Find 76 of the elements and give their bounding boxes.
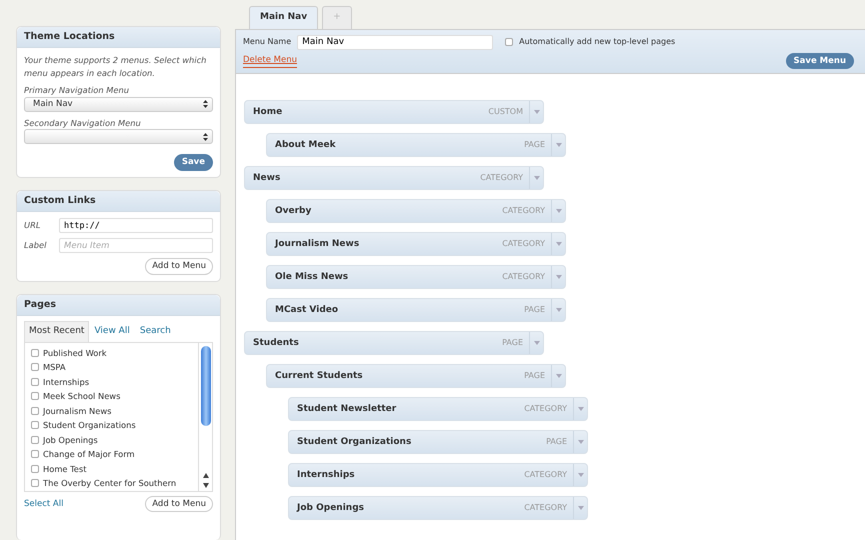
checkbox[interactable] [31, 464, 39, 473]
select-field[interactable] [24, 129, 213, 144]
page-item-label[interactable]: Change of Major Form [43, 448, 135, 460]
page-item-label[interactable]: Home Test [43, 462, 86, 475]
tab[interactable]: View All [89, 321, 135, 342]
checkbox[interactable] [31, 450, 39, 458]
dropdown-arrows-icon [203, 100, 208, 108]
menu-item[interactable]: Student Organizations PAGE [288, 430, 588, 454]
checkbox[interactable] [31, 421, 39, 430]
page-item-label[interactable]: Internships [43, 376, 90, 388]
caret-icon[interactable] [578, 473, 584, 478]
tab[interactable]: Most Recent [24, 321, 90, 342]
caret-icon[interactable] [556, 308, 562, 312]
caret-icon[interactable] [556, 242, 562, 246]
checkbox[interactable] [31, 479, 39, 488]
menu-item[interactable]: Home CUSTOM [244, 100, 544, 124]
scrollbar[interactable] [198, 342, 212, 490]
tab[interactable]: Main Nav [249, 6, 318, 28]
menu-item[interactable]: Job Openings CATEGORY [288, 496, 588, 520]
caret-icon[interactable] [556, 143, 562, 148]
page-item-label[interactable]: Student Organizations [43, 419, 136, 432]
select-all-link[interactable]: Select All [24, 498, 64, 510]
menu-item[interactable]: Current Students PAGE [266, 364, 566, 388]
scroll-down-icon[interactable] [202, 482, 208, 488]
checkbox[interactable] [31, 363, 39, 372]
add-to-menu-button[interactable]: Add to Menu [145, 258, 213, 275]
caret-icon[interactable] [534, 341, 540, 346]
field-label: Menu Name [243, 36, 292, 48]
page-item-label[interactable]: Published Work [43, 346, 107, 359]
description-text: Your theme supports 2 menus. Select which menu appears in each location. [24, 54, 208, 80]
page-item-label[interactable]: Journalism News [43, 404, 112, 417]
menu-item[interactable]: Students PAGE [244, 331, 544, 356]
checkbox[interactable] [31, 392, 39, 400]
checkbox[interactable] [31, 406, 39, 415]
menu-item[interactable]: Student Newsletter CATEGORY [288, 397, 588, 422]
menu-item[interactable]: MCast Video PAGE [266, 298, 566, 322]
caret-icon[interactable] [578, 506, 584, 510]
menu-item[interactable]: Journalism News CATEGORY [266, 232, 566, 256]
menu-item[interactable]: News CATEGORY [244, 166, 544, 190]
caret-icon[interactable] [578, 440, 584, 444]
field-label: Label [24, 239, 48, 252]
checkbox-label: Automatically add new top-level pages [519, 36, 676, 48]
checkbox[interactable] [31, 348, 39, 357]
menu-item[interactable]: Ole Miss News CATEGORY [266, 265, 566, 290]
label-field[interactable]: Menu Item [59, 238, 213, 253]
add-to-menu-button[interactable]: Add to Menu [145, 496, 213, 512]
field-label: URL [24, 219, 42, 232]
select-field[interactable]: Main Nav [24, 96, 213, 112]
checkbox[interactable] [31, 378, 39, 386]
menu-name-field[interactable]: Main Nav [297, 34, 494, 50]
caret-icon[interactable] [534, 176, 540, 180]
dropdown-arrows-icon [203, 132, 208, 140]
caret-icon[interactable] [578, 407, 584, 412]
panel-title: Custom Links [17, 190, 220, 212]
field-label: Primary Navigation Menu [24, 84, 130, 97]
caret-icon[interactable] [534, 110, 540, 114]
save-menu-button[interactable]: Save Menu [786, 52, 854, 70]
caret-icon[interactable] [556, 209, 562, 214]
url-field[interactable]: http:// [59, 218, 213, 233]
tab[interactable]: Search [134, 321, 176, 342]
page-item-label[interactable]: MSPA [43, 361, 66, 374]
menu-item[interactable]: Overby CATEGORY [266, 199, 566, 224]
panel-title: Pages [17, 294, 220, 316]
page-item-label[interactable]: Meek School News [43, 390, 120, 402]
caret-icon[interactable] [556, 275, 562, 280]
panel-title: Theme Locations [17, 27, 220, 48]
checkbox[interactable] [505, 38, 514, 46]
page-item-label[interactable]: The Overby Center for Southern [43, 477, 176, 490]
caret-icon[interactable] [556, 374, 562, 378]
checkbox[interactable] [31, 436, 39, 444]
field-label: Secondary Navigation Menu [24, 116, 142, 129]
menu-item[interactable]: Internships CATEGORY [288, 463, 588, 488]
page-item-label[interactable]: Job Openings [43, 434, 98, 446]
scroll-up-icon[interactable] [202, 472, 208, 478]
menu-item[interactable]: About Meek PAGE [266, 133, 566, 158]
save-button[interactable]: Save [174, 154, 213, 171]
